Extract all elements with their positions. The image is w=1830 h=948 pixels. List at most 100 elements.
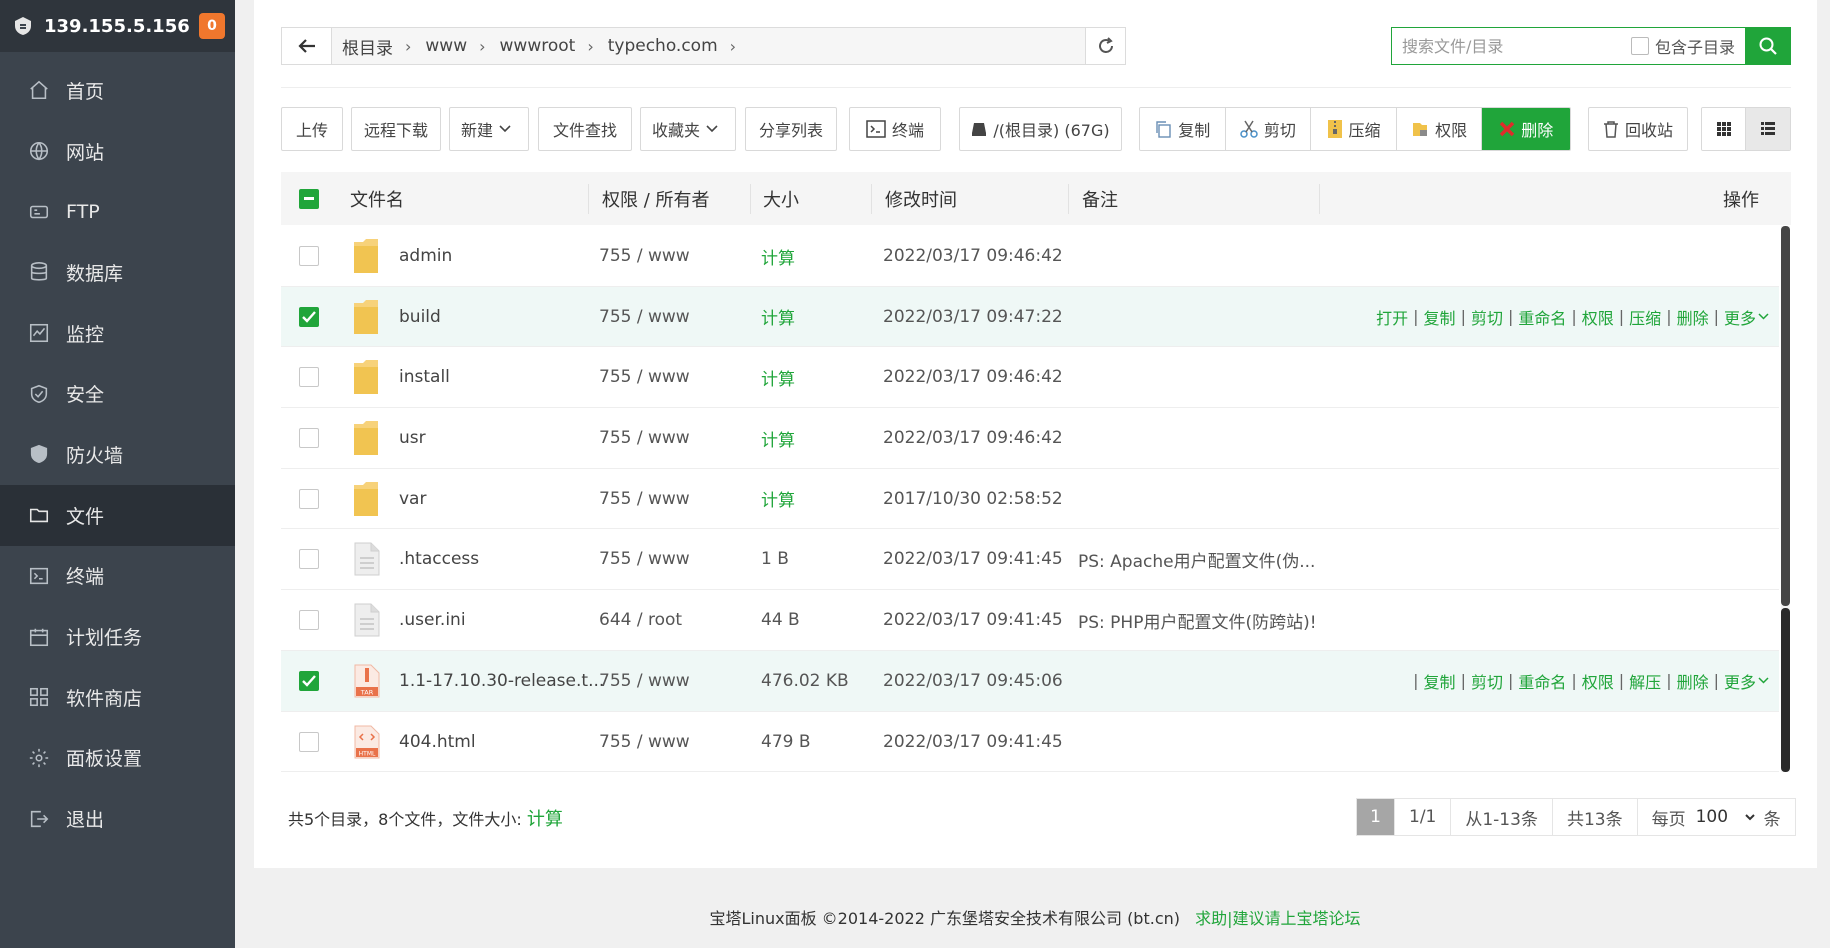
size-calc-link[interactable]: 计算: [761, 287, 795, 347]
file-permission[interactable]: 755 / www: [599, 287, 690, 347]
checkbox[interactable]: [1630, 37, 1649, 55]
file-name[interactable]: var: [399, 469, 426, 529]
table-row[interactable]: .user.ini 644 / root 44 B 2022/03/17 09:…: [281, 590, 1779, 651]
file-permission[interactable]: 755 / www: [599, 226, 690, 286]
compress-link[interactable]: 压缩: [1629, 305, 1661, 329]
include-subdir-checkbox[interactable]: 包含子目录: [1630, 34, 1735, 58]
column-size[interactable]: 大小: [763, 172, 799, 225]
size-calc-link[interactable]: 计算: [761, 408, 795, 468]
permission-button[interactable]: 权限: [1396, 108, 1483, 150]
cut-button[interactable]: 剪切: [1225, 108, 1312, 150]
file-permission[interactable]: 755 / www: [599, 347, 690, 407]
file-name[interactable]: 404.html: [399, 712, 476, 772]
sidebar-item-settings[interactable]: 面板设置: [0, 728, 235, 789]
page-current[interactable]: 1: [1357, 799, 1395, 835]
sidebar-item-terminal[interactable]: 终端: [0, 546, 235, 607]
row-checkbox[interactable]: [299, 428, 319, 449]
select-all-checkbox[interactable]: [299, 172, 319, 225]
row-checkbox[interactable]: [299, 367, 319, 388]
search-button[interactable]: [1745, 27, 1791, 65]
row-checkbox[interactable]: [299, 731, 319, 752]
search-input[interactable]: [1392, 28, 1631, 64]
share-list-button[interactable]: 分享列表: [745, 107, 837, 151]
file-permission[interactable]: 755 / www: [599, 651, 690, 711]
sidebar-item-firewall[interactable]: 防火墙: [0, 424, 235, 485]
table-row[interactable]: var 755 / www 计算 2017/10/30 02:58:52: [281, 469, 1779, 530]
file-note[interactable]: PS: PHP用户配置文件(防跨站)!: [1078, 590, 1317, 650]
copy-button[interactable]: 复制: [1140, 108, 1226, 150]
file-note[interactable]: PS: Apache用户配置文件(伪...: [1078, 529, 1315, 589]
table-row[interactable]: install 755 / www 计算 2022/03/17 09:46:42: [281, 347, 1779, 409]
terminal-button[interactable]: 终端: [849, 107, 941, 151]
file-permission[interactable]: 755 / www: [599, 408, 690, 468]
new-button[interactable]: 新建: [449, 107, 529, 151]
per-page-select[interactable]: 100: [1691, 806, 1758, 828]
upload-button[interactable]: 上传: [281, 107, 343, 151]
compress-button[interactable]: 压缩: [1311, 108, 1397, 150]
file-permission[interactable]: 755 / www: [599, 469, 690, 529]
breadcrumb-item[interactable]: www: [425, 36, 467, 56]
row-checkbox[interactable]: [299, 610, 319, 631]
scrollbar-thumb[interactable]: [1781, 226, 1790, 606]
disk-button[interactable]: /(根目录) (67G): [959, 107, 1122, 151]
summary-calc-link[interactable]: 计算: [527, 809, 563, 830]
recycle-bin-button[interactable]: 回收站: [1588, 107, 1688, 151]
table-row[interactable]: build 755 / www 计算 2022/03/17 09:47:22 打…: [281, 286, 1779, 348]
delete-button[interactable]: 删除: [1482, 108, 1570, 150]
row-checkbox[interactable]: [299, 246, 319, 266]
grid-view-button[interactable]: [1702, 108, 1747, 150]
sidebar-item-security[interactable]: 安全: [0, 363, 235, 424]
more-link[interactable]: 更多: [1724, 305, 1756, 329]
sidebar-item-logout[interactable]: 退出: [0, 788, 235, 849]
sidebar-item-monitor[interactable]: 监控: [0, 303, 235, 364]
breadcrumb-item[interactable]: 根目录: [342, 34, 393, 59]
permission-link[interactable]: 权限: [1582, 669, 1614, 693]
more-link[interactable]: 更多: [1724, 669, 1756, 693]
file-name[interactable]: .htaccess: [399, 529, 479, 589]
file-name[interactable]: usr: [399, 408, 426, 468]
file-name[interactable]: 1.1-17.10.30-release.t...: [399, 651, 604, 711]
sidebar-item-home[interactable]: 首页: [0, 60, 235, 121]
sidebar-item-database[interactable]: 数据库: [0, 242, 235, 303]
breadcrumb-item[interactable]: wwwroot: [500, 36, 576, 56]
delete-link[interactable]: 删除: [1677, 305, 1709, 329]
notification-badge[interactable]: 0: [199, 13, 225, 39]
table-row[interactable]: TAR 1.1-17.10.30-release.t... 755 / www …: [281, 650, 1779, 712]
refresh-button[interactable]: [1085, 28, 1125, 64]
size-calc-link[interactable]: 计算: [761, 226, 795, 286]
file-name[interactable]: build: [399, 287, 441, 347]
sidebar-item-files[interactable]: 文件: [0, 484, 235, 546]
rename-link[interactable]: 重命名: [1518, 669, 1566, 693]
list-view-button[interactable]: [1746, 108, 1790, 150]
sidebar-item-ftp[interactable]: FTP: [0, 181, 235, 242]
forum-link[interactable]: 求助|建议请上宝塔论坛: [1195, 909, 1360, 928]
scrollbar-thumb-lower[interactable]: [1781, 608, 1790, 772]
column-name[interactable]: 文件名: [350, 172, 404, 225]
file-permission[interactable]: 755 / www: [599, 712, 690, 772]
row-checkbox[interactable]: [299, 670, 319, 691]
file-permission[interactable]: 644 / root: [599, 590, 682, 650]
size-calc-link[interactable]: 计算: [761, 347, 795, 407]
open-link[interactable]: 打开: [1376, 305, 1408, 329]
sidebar-item-website[interactable]: 网站: [0, 121, 235, 182]
sidebar-item-store[interactable]: 软件商店: [0, 667, 235, 728]
file-name[interactable]: install: [399, 347, 450, 407]
copy-link[interactable]: 复制: [1424, 305, 1456, 329]
breadcrumb-item[interactable]: typecho.com: [608, 36, 718, 56]
extract-link[interactable]: 解压: [1629, 669, 1661, 693]
row-checkbox[interactable]: [299, 549, 319, 570]
row-checkbox[interactable]: [299, 306, 319, 327]
table-row[interactable]: HTML 404.html 755 / www 479 B 2022/03/17…: [281, 712, 1779, 772]
file-permission[interactable]: 755 / www: [599, 529, 690, 589]
row-checkbox[interactable]: [299, 488, 319, 509]
permission-link[interactable]: 权限: [1582, 305, 1614, 329]
delete-link[interactable]: 删除: [1677, 669, 1709, 693]
column-mtime[interactable]: 修改时间: [885, 172, 957, 225]
size-calc-link[interactable]: 计算: [761, 469, 795, 529]
back-button[interactable]: [282, 28, 332, 64]
column-permission[interactable]: 权限 / 所有者: [602, 172, 710, 225]
remote-download-button[interactable]: 远程下载: [351, 107, 441, 151]
sidebar-item-cron[interactable]: 计划任务: [0, 606, 235, 667]
file-name[interactable]: .user.ini: [399, 590, 466, 650]
file-name[interactable]: admin: [399, 226, 452, 286]
